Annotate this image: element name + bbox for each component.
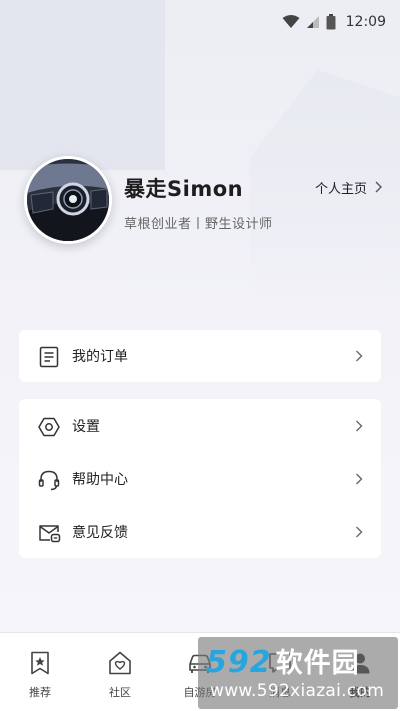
watermark-url: www.592xiazai.com	[210, 681, 385, 701]
chevron-right-icon	[356, 420, 363, 432]
menu-item-orders[interactable]: 我的订单	[19, 330, 381, 382]
watermark-logo-digits: 592	[206, 645, 272, 680]
status-time: 12:09	[345, 14, 386, 30]
chevron-right-icon	[356, 473, 363, 485]
battery-icon	[326, 14, 336, 30]
menu-item-label: 我的订单	[72, 349, 128, 365]
tab-recommend[interactable]: 推荐	[0, 633, 80, 711]
document-icon	[39, 346, 59, 368]
avatar[interactable]	[24, 156, 112, 244]
bookmark-star-icon	[31, 651, 49, 675]
headset-icon	[38, 470, 60, 491]
chevron-right-icon	[375, 181, 382, 193]
tab-label: 社区	[109, 686, 131, 699]
status-bar: 12:09	[0, 0, 400, 44]
orders-card: 我的订单	[19, 330, 381, 382]
chevron-right-icon	[356, 350, 363, 362]
watermark: 592 软件园 www.592xiazai.com	[198, 637, 398, 709]
menu-item-label: 设置	[72, 419, 100, 435]
homepage-label: 个人主页	[314, 181, 367, 197]
menu-item-help[interactable]: 帮助中心	[19, 453, 381, 505]
menu-item-label: 帮助中心	[72, 472, 128, 488]
feedback-mail-icon	[39, 525, 61, 543]
username: 暴走Simon	[124, 177, 244, 201]
menu-item-feedback[interactable]: 意见反馈	[19, 506, 381, 558]
signal-icon	[306, 16, 319, 28]
wifi-icon	[282, 15, 300, 28]
settings-card: 设置 帮助中心 意见反馈	[19, 399, 381, 558]
home-heart-icon	[109, 651, 131, 675]
tab-community[interactable]: 社区	[80, 633, 160, 711]
watermark-logo-text: 软件园	[275, 648, 360, 679]
tab-label: 推荐	[29, 686, 51, 699]
personal-homepage-link[interactable]: 个人主页	[315, 176, 382, 198]
avatar-image	[27, 159, 109, 241]
menu-item-settings[interactable]: 设置	[19, 400, 381, 452]
chevron-right-icon	[356, 526, 363, 538]
menu-item-label: 意见反馈	[72, 525, 128, 541]
watermark-logo: 592 软件园	[206, 641, 360, 680]
settings-hexagon-icon	[38, 417, 60, 437]
user-tagline: 草根创业者丨野生设计师	[124, 217, 273, 232]
